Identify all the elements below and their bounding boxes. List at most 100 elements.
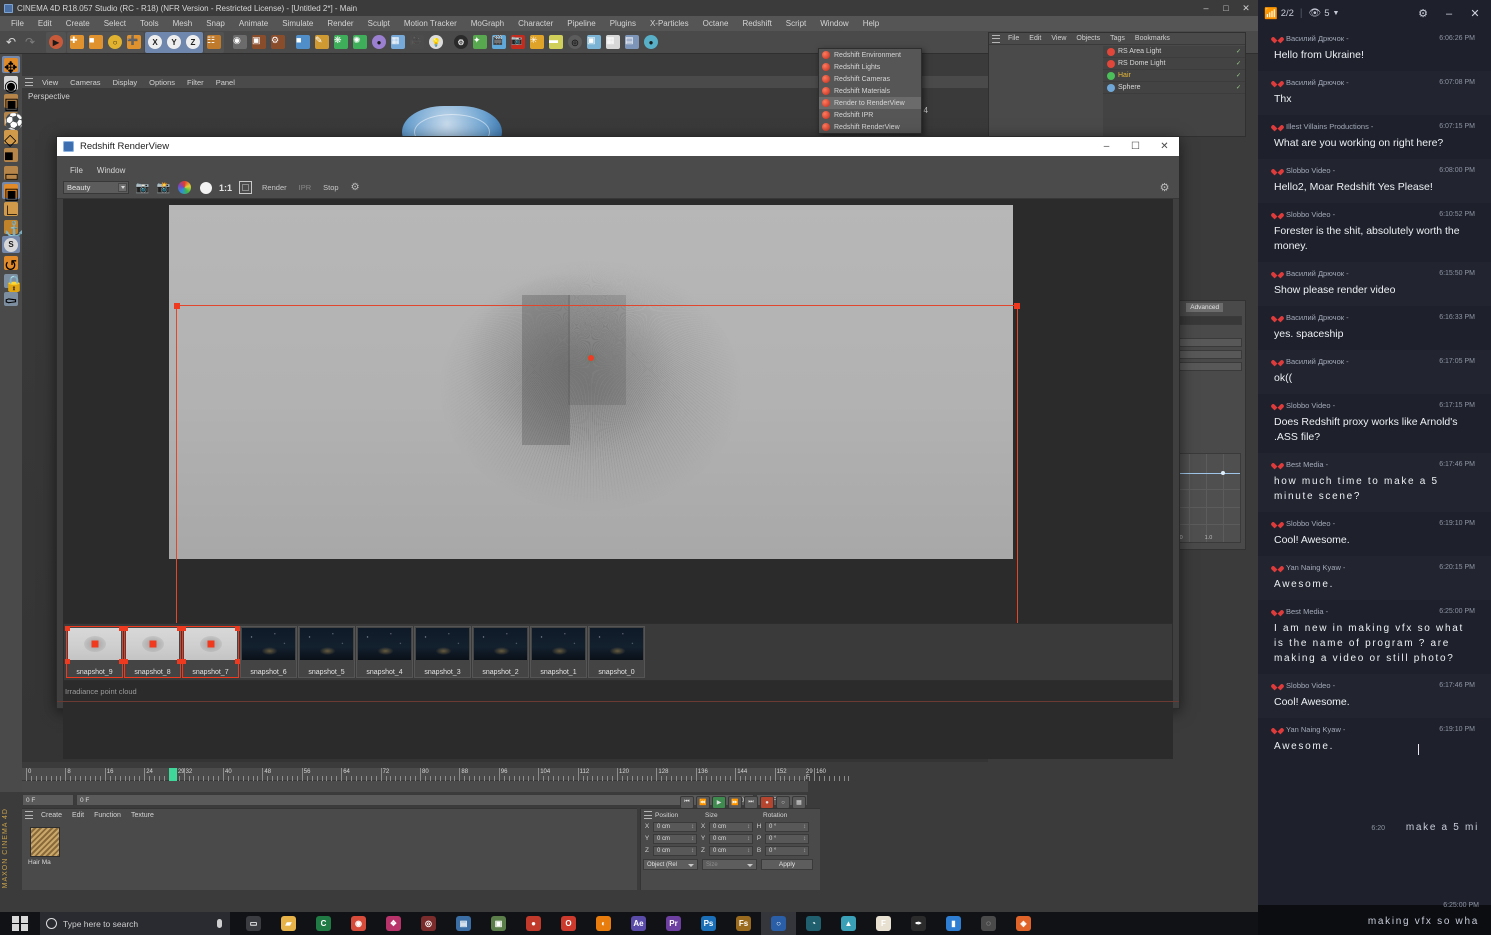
- rotate-tool-icon[interactable]: ○: [106, 33, 124, 52]
- curve-point[interactable]: [1220, 471, 1225, 476]
- spline-pen-icon[interactable]: ✎: [313, 33, 331, 52]
- snapshot-thumbnail[interactable]: snapshot_2: [472, 626, 529, 678]
- c4d-menu-simulate[interactable]: Simulate: [275, 16, 320, 31]
- chat-message[interactable]: Best Media - 6:25:00 PM I am new in making…: [1258, 600, 1491, 674]
- renderview-settings-gear-icon[interactable]: ⚙: [1158, 181, 1171, 194]
- taskbar-chrome-icon[interactable]: ◉: [341, 912, 376, 935]
- c4d-menu-mesh[interactable]: Mesh: [166, 16, 200, 31]
- c4d-menu-animate[interactable]: Animate: [232, 16, 275, 31]
- object-visibility-icon[interactable]: ✓: [1236, 48, 1241, 55]
- model-mode-icon[interactable]: ▣: [2, 92, 20, 113]
- exposure-icon[interactable]: [198, 181, 213, 194]
- c4d-maximize-button[interactable]: □: [1216, 0, 1236, 16]
- redshift-menu-item-redshift-materials[interactable]: Redshift Materials: [819, 85, 921, 97]
- chat-message[interactable]: Slobbo Video - 6:17:46 PM Cool! Awesome.: [1258, 674, 1491, 718]
- object-manager-menu-bookmarks[interactable]: Bookmarks: [1130, 35, 1175, 42]
- snapshot-thumbnail[interactable]: snapshot_9: [65, 626, 124, 678]
- axis-mode-icon[interactable]: ∟: [2, 200, 20, 219]
- attr-field-dark[interactable]: [1170, 316, 1242, 325]
- snapshot-thumbnail[interactable]: snapshot_0: [588, 626, 645, 678]
- c4d-menu-help[interactable]: Help: [856, 16, 886, 31]
- viewport-menu-handle-icon[interactable]: [25, 78, 33, 86]
- viewport-menu-options[interactable]: Options: [143, 78, 181, 87]
- redo-icon[interactable]: ↷: [21, 33, 39, 52]
- chat-message[interactable]: Василий Дрючок - 6:16:33 PM yes. spaceship: [1258, 306, 1491, 350]
- chat-close-button[interactable]: ✕: [1465, 4, 1485, 24]
- chat-viewer-indicator[interactable]: 👁 5 ▼: [1309, 8, 1340, 19]
- chat-message[interactable]: Slobbo Video - 6:08:00 PM Hello2, Moar Red…: [1258, 159, 1491, 203]
- renderview-options-gear-icon[interactable]: ⚙: [348, 181, 363, 194]
- attr-field-2[interactable]: [1170, 350, 1242, 359]
- chat-message[interactable]: Василий Дрючок - 6:06:26 PM Hello from Ukr…: [1258, 27, 1491, 71]
- axis-lock-y-icon[interactable]: Y: [165, 33, 183, 52]
- axis-lock-z-icon[interactable]: Z: [184, 33, 202, 52]
- object-row[interactable]: RS Dome Light ✓: [1103, 58, 1245, 70]
- deformer-icon[interactable]: ✺: [351, 33, 369, 52]
- renderview-close-button[interactable]: ✕: [1150, 137, 1179, 156]
- chat-page-indicator[interactable]: 📶 2/2: [1264, 7, 1294, 20]
- c4d-menu-render[interactable]: Render: [320, 16, 360, 31]
- move-axis-icon[interactable]: ➕: [125, 33, 143, 52]
- snapshot-thumbnail[interactable]: snapshot_1: [530, 626, 587, 678]
- c4d-menu-create[interactable]: Create: [59, 16, 97, 31]
- snapshot-thumbnail[interactable]: snapshot_6: [240, 626, 297, 678]
- chat-message[interactable]: Slobbo Video - 6:10:52 PM Forester is the …: [1258, 203, 1491, 262]
- taskbar-record-app-icon[interactable]: ●: [516, 912, 551, 935]
- taskbar-photo-viewer-icon[interactable]: ▣: [481, 912, 516, 935]
- timeline-ruler[interactable]: 0 8 16 24 32 40 48 56 64 72 80 88 96 104 112 120 128 136 1…: [22, 768, 850, 781]
- octane-render-icon[interactable]: 📷: [509, 33, 527, 52]
- size-input[interactable]: 0 cm: [709, 821, 753, 832]
- rotation-input[interactable]: 0 °: [765, 821, 809, 832]
- snapshot-thumbnail[interactable]: snapshot_3: [414, 626, 471, 678]
- motion-tracker-icon[interactable]: 🎬: [490, 33, 508, 52]
- material-menu-texture[interactable]: Texture: [126, 812, 159, 819]
- chat-message[interactable]: Василий Дрючок - 6:17:05 PM ok((: [1258, 350, 1491, 394]
- object-visibility-icon[interactable]: ✓: [1236, 60, 1241, 67]
- object-manager-list[interactable]: RS Area Light ✓ RS Dome Light ✓ Hair ✓ Sphere ✓: [1103, 46, 1245, 136]
- c4d-menu-file[interactable]: File: [4, 16, 31, 31]
- chat-message[interactable]: Yan Naing Kyaw - 6:19:10 PM Awesome.: [1258, 718, 1491, 762]
- forester-icon[interactable]: ◎: [566, 33, 584, 52]
- taskbar-premiere-icon[interactable]: Pr: [656, 912, 691, 935]
- snapshot-strip[interactable]: snapshot_9 snapshot_8 snapshot_7 snapshot_6…: [63, 623, 1173, 681]
- snap-icon[interactable]: S: [2, 236, 20, 253]
- xpresso-icon[interactable]: ✦: [471, 33, 489, 52]
- position-input[interactable]: 0 cm: [653, 833, 697, 844]
- snapshot-thumbnail[interactable]: snapshot_4: [356, 626, 413, 678]
- size-input[interactable]: 0 cm: [709, 845, 753, 856]
- chat-message[interactable]: Yan Naing Kyaw - 6:20:15 PM Awesome.: [1258, 556, 1491, 600]
- taskbar-after-effects-icon[interactable]: Ae: [621, 912, 656, 935]
- object-row[interactable]: Sphere ✓: [1103, 82, 1245, 94]
- viewport-menu-panel[interactable]: Panel: [210, 78, 241, 87]
- taskbar-store-icon[interactable]: ▤: [446, 912, 481, 935]
- render-region-toggle-icon[interactable]: [238, 181, 253, 194]
- lock-axis-icon[interactable]: 🔒: [2, 272, 24, 293]
- undo-icon[interactable]: ↶: [2, 33, 20, 52]
- taskbar-designer-app-icon[interactable]: ▲: [831, 912, 866, 935]
- camera-icon[interactable]: 🎥: [408, 33, 426, 52]
- settings-gear-icon[interactable]: ⚙: [452, 33, 470, 52]
- chevron-down-icon[interactable]: ▼: [1333, 10, 1340, 17]
- axis-lock-x-icon[interactable]: X: [146, 33, 164, 52]
- timeline-playhead[interactable]: [168, 768, 177, 781]
- chat-message[interactable]: Slobbo Video - 6:19:10 PM Cool! Awesome.: [1258, 512, 1491, 556]
- stop-button[interactable]: Stop: [320, 183, 341, 192]
- c4d-menu-sculpt[interactable]: Sculpt: [361, 16, 397, 31]
- attr-field-1[interactable]: [1170, 338, 1242, 347]
- redshift-render-icon[interactable]: ✳: [528, 33, 546, 52]
- snapshot-thumbnail[interactable]: snapshot_7: [181, 626, 240, 678]
- object-manager-menu-objects[interactable]: Objects: [1071, 35, 1105, 42]
- material-manager-handle-icon[interactable]: [25, 811, 33, 819]
- taskbar-excel-icon[interactable]: C: [306, 912, 341, 935]
- attribute-curve-graph[interactable]: 0.0 1.0: [1171, 453, 1241, 543]
- save-image-icon[interactable]: 📷: [135, 181, 150, 194]
- c4d-menu-pipeline[interactable]: Pipeline: [560, 16, 602, 31]
- chat-settings-gear-icon[interactable]: ⚙: [1413, 4, 1433, 24]
- floor-icon[interactable]: ▦: [389, 33, 407, 52]
- c4d-menu-redshift[interactable]: Redshift: [735, 16, 778, 31]
- material-swatch[interactable]: [30, 827, 60, 857]
- plugin-icon-3[interactable]: ▤: [623, 33, 641, 52]
- timeline-current-frame-field[interactable]: 0 F: [22, 794, 74, 806]
- viewport-menu-filter[interactable]: Filter: [181, 78, 210, 87]
- viewport-menu-cameras[interactable]: Cameras: [64, 78, 106, 87]
